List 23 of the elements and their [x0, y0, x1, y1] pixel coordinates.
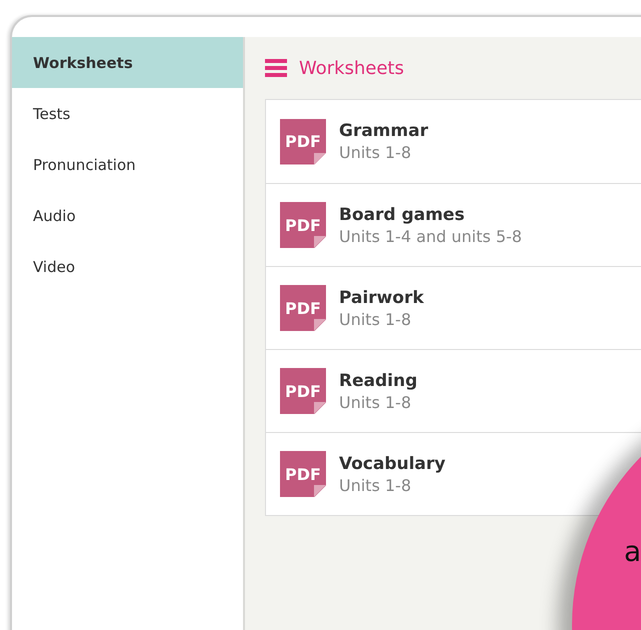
file-title: Reading [339, 370, 418, 390]
sidebar-item[interactable]: Pronunciation [12, 139, 243, 190]
pdf-icon: PDF [280, 368, 326, 414]
file-title: Grammar [339, 121, 428, 141]
section-title: Worksheets [299, 58, 404, 78]
file-subtitle: Units 1-8 [339, 476, 412, 494]
pdf-icon: PDF [280, 118, 326, 164]
file-title: Board games [339, 204, 466, 224]
file-subtitle: Units 1-8 [339, 143, 412, 162]
sidebar-item[interactable]: Video [12, 241, 243, 292]
file-subtitle: Units 1-8 [339, 310, 412, 328]
file-subtitle: Units 1-8 [339, 392, 412, 412]
pdf-icon: PDF [280, 202, 326, 248]
file-subtitle: Units 1-4 and units 5-8 [339, 226, 522, 246]
file-title: Vocabulary [339, 454, 446, 474]
pdf-icon: PDF [280, 285, 326, 331]
sidebar-item[interactable]: Audio [12, 190, 243, 241]
pdf-icon: PDF [280, 451, 326, 497]
file-title: Pairwork [339, 288, 424, 308]
promo-text: a [624, 538, 641, 566]
sidebar-item[interactable]: Tests [12, 88, 243, 139]
sidebar-item[interactable]: Worksheets [12, 37, 243, 88]
menu-icon[interactable] [265, 58, 287, 78]
